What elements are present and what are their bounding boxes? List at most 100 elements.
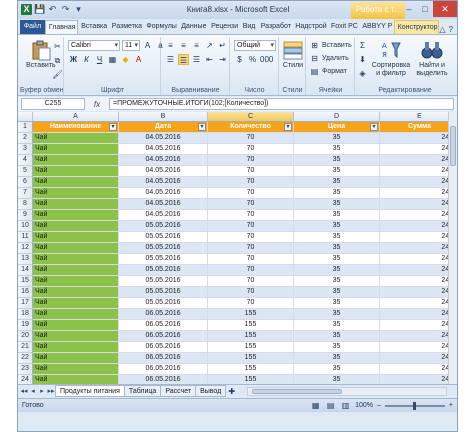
underline-icon[interactable]: Ч <box>94 54 105 65</box>
table-cell[interactable]: 04.05.2016 <box>119 188 208 199</box>
row-header[interactable]: 7 <box>18 188 33 199</box>
tab-9[interactable]: Надстрой <box>292 20 328 34</box>
column-header-d[interactable]: D <box>294 112 380 122</box>
table-cell[interactable]: 06.05.2016 <box>119 375 208 384</box>
page-layout-icon[interactable]: ▤ <box>325 400 336 411</box>
table-cell[interactable]: 70 <box>208 144 294 155</box>
tab-10[interactable]: Foxit PC <box>328 20 359 34</box>
table-cell[interactable]: 35 <box>294 166 380 177</box>
tab-2[interactable]: Вставка <box>78 20 109 34</box>
column-header-a[interactable]: A <box>33 112 119 122</box>
delete-cells-button[interactable]: ⊟ Удалить <box>309 53 349 64</box>
table-cell[interactable]: 70 <box>208 188 294 199</box>
table-cell[interactable]: 70 <box>208 243 294 254</box>
table-cell[interactable]: 2458 <box>380 364 457 375</box>
table-cell[interactable]: 35 <box>294 177 380 188</box>
table-cell[interactable]: Чай <box>33 133 119 144</box>
table-cell[interactable]: 05.05.2016 <box>119 243 208 254</box>
table-cell[interactable]: 2457 <box>380 254 457 265</box>
align-left-icon[interactable]: ☰ <box>165 54 176 65</box>
clear-icon[interactable]: ◈ <box>357 68 368 79</box>
table-cell[interactable]: 2458 <box>380 320 457 331</box>
tab-5[interactable]: Данные <box>178 20 208 34</box>
redo-icon[interactable]: ↷ <box>60 4 71 15</box>
table-cell[interactable]: Чай <box>33 210 119 221</box>
table-cell[interactable]: 2458 <box>380 375 457 384</box>
row-header[interactable]: 14 <box>18 265 33 276</box>
worksheet-grid[interactable]: A B C D E 1 Наименование ▾ Дата ▾ Количество ▾ Цена ▾… <box>18 112 457 384</box>
sheet-tab-3[interactable]: Вывод <box>195 385 227 397</box>
row-header[interactable]: 18 <box>18 309 33 320</box>
table-cell[interactable]: 2458 <box>380 155 457 166</box>
filter-dropdown-icon[interactable]: ▾ <box>370 123 378 131</box>
row-header[interactable]: 10 <box>18 221 33 232</box>
number-format-select[interactable]: Общий <box>234 40 276 51</box>
table-cell[interactable]: 06.05.2016 <box>119 342 208 353</box>
sheet-tab-1[interactable]: Таблица <box>123 385 162 397</box>
close-button[interactable]: ✕ <box>433 1 457 17</box>
table-cell[interactable]: 05.05.2016 <box>119 265 208 276</box>
table-cell[interactable]: 04.05.2016 <box>119 177 208 188</box>
table-cell[interactable]: Чай <box>33 320 119 331</box>
table-cell[interactable]: 04.05.2016 <box>119 155 208 166</box>
table-cell[interactable]: Чай <box>33 287 119 298</box>
sheet-last-icon[interactable]: ▸▸ <box>47 387 55 395</box>
table-cell[interactable]: 05.05.2016 <box>119 276 208 287</box>
zoom-level[interactable]: 100% <box>355 402 373 409</box>
vertical-scroll-thumb[interactable] <box>450 126 456 166</box>
customize-qa-icon[interactable]: ▾ <box>73 4 84 15</box>
row-header[interactable]: 16 <box>18 287 33 298</box>
table-cell[interactable]: 35 <box>294 199 380 210</box>
sheet-tab-2[interactable]: Рассчет <box>160 385 197 397</box>
font-size-select[interactable]: 11 <box>122 40 140 51</box>
sheet-next-icon[interactable]: ▸ <box>38 387 46 395</box>
sheet-prev-icon[interactable]: ◂ <box>29 387 37 395</box>
table-cell[interactable]: Чай <box>33 144 119 155</box>
tab-1[interactable]: Главная <box>44 20 79 34</box>
undo-icon[interactable]: ↶ <box>47 4 58 15</box>
table-cell[interactable]: 04.05.2016 <box>119 144 208 155</box>
table-cell[interactable]: 05.05.2016 <box>119 298 208 309</box>
table-header-cell[interactable]: Сумма▾ <box>380 122 457 133</box>
italic-icon[interactable]: К <box>81 54 92 65</box>
table-cell[interactable]: 155 <box>208 331 294 342</box>
table-cell[interactable]: 2458 <box>380 133 457 144</box>
tab-6[interactable]: Рецензи <box>208 20 240 34</box>
table-cell[interactable]: Чай <box>33 298 119 309</box>
table-cell[interactable]: 06.05.2016 <box>119 364 208 375</box>
table-cell[interactable]: Чай <box>33 232 119 243</box>
row-header[interactable]: 11 <box>18 232 33 243</box>
copy-icon[interactable]: ⧉ <box>52 55 63 66</box>
row-header[interactable]: 23 <box>18 364 33 375</box>
table-cell[interactable]: 70 <box>208 287 294 298</box>
table-cell[interactable]: 70 <box>208 221 294 232</box>
table-cell[interactable]: 70 <box>208 155 294 166</box>
table-cell[interactable]: 06.05.2016 <box>119 309 208 320</box>
tab-12[interactable]: Конструктор <box>393 20 440 34</box>
table-cell[interactable]: Чай <box>33 199 119 210</box>
table-cell[interactable]: 2458 <box>380 331 457 342</box>
help-icon[interactable]: ? <box>449 25 453 34</box>
tab-4[interactable]: Формулы <box>143 20 178 34</box>
tab-11[interactable]: ABBYY P <box>359 20 393 34</box>
table-cell[interactable]: 35 <box>294 210 380 221</box>
table-cell[interactable]: 05.05.2016 <box>119 287 208 298</box>
horizontal-scrollbar[interactable] <box>247 386 447 396</box>
table-cell[interactable]: 35 <box>294 276 380 287</box>
table-cell[interactable]: 35 <box>294 133 380 144</box>
table-cell[interactable]: 04.05.2016 <box>119 166 208 177</box>
styles-button[interactable]: Стили <box>282 39 304 69</box>
align-right-icon[interactable]: ☰ <box>191 54 202 65</box>
table-cell[interactable]: 155 <box>208 309 294 320</box>
table-cell[interactable]: Чай <box>33 243 119 254</box>
table-cell[interactable]: 35 <box>294 232 380 243</box>
table-cell[interactable]: Чай <box>33 331 119 342</box>
table-header-cell[interactable]: Количество ▾ <box>208 122 294 133</box>
table-cell[interactable]: 35 <box>294 342 380 353</box>
fill-color-icon[interactable]: ◆ <box>120 54 131 65</box>
orientation-icon[interactable]: ↗ <box>204 40 215 51</box>
table-cell[interactable]: 35 <box>294 309 380 320</box>
sheet-first-icon[interactable]: ◂◂ <box>20 387 28 395</box>
table-cell[interactable]: 35 <box>294 364 380 375</box>
indent-icon[interactable]: ⇤ <box>204 54 215 65</box>
